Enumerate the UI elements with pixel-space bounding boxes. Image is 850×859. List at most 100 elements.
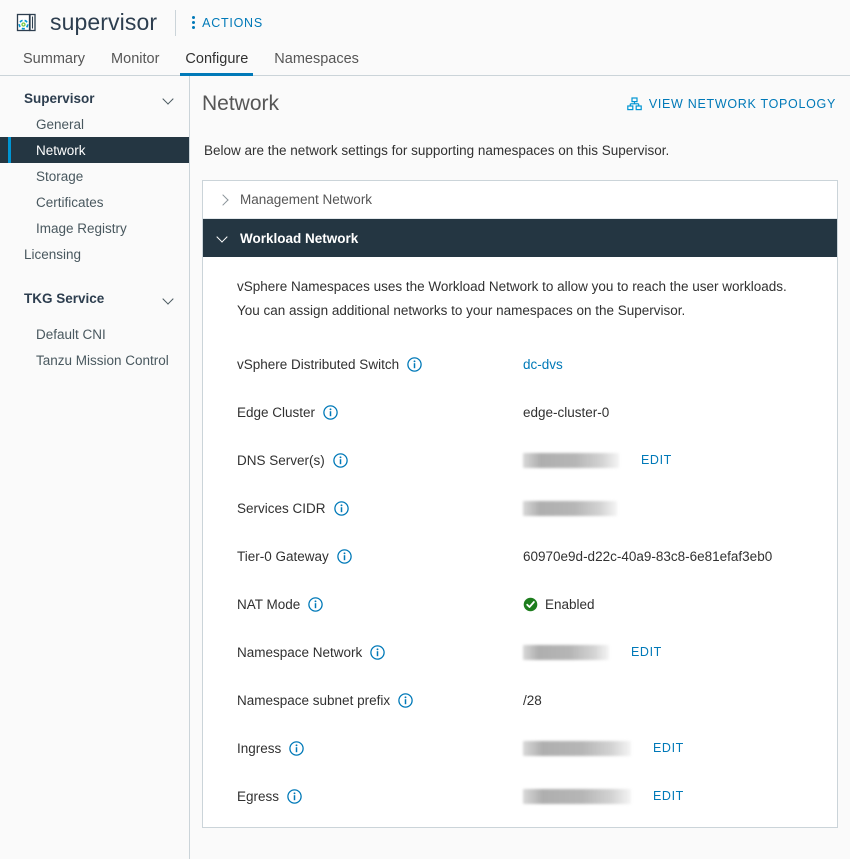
redacted-value: [523, 500, 617, 516]
property-label-text: Ingress: [237, 740, 282, 756]
property-row-nat-mode: NAT Mode Enabled: [237, 580, 837, 628]
info-icon[interactable]: [370, 645, 386, 660]
property-value: EDIT: [523, 740, 684, 756]
dvs-link[interactable]: dc-dvs: [523, 357, 563, 372]
actions-button[interactable]: ACTIONS: [192, 15, 263, 30]
info-icon[interactable]: [289, 741, 305, 756]
sidebar-item-tanzu-mission-control[interactable]: Tanzu Mission Control: [0, 347, 189, 373]
sidebar-item-storage[interactable]: Storage: [0, 163, 189, 189]
property-value: EDIT: [523, 644, 662, 660]
edit-dns-servers-button[interactable]: EDIT: [641, 453, 672, 467]
property-row-services-cidr: Services CIDR: [237, 484, 837, 532]
property-value: edge-cluster-0: [523, 405, 609, 420]
edit-namespace-network-button[interactable]: EDIT: [631, 645, 662, 659]
sidebar-group-supervisor-label: Supervisor: [24, 90, 95, 106]
nat-mode-value: Enabled: [545, 596, 595, 612]
redacted-value: [523, 740, 631, 756]
property-label-text: Egress: [237, 788, 280, 804]
property-label: Tier-0 Gateway: [237, 549, 523, 564]
accordion-management-network[interactable]: Management Network: [203, 181, 837, 219]
workload-network-description: vSphere Namespaces uses the Workload Net…: [237, 279, 787, 318]
property-value: Enabled: [523, 597, 595, 612]
info-icon[interactable]: [308, 597, 324, 612]
property-value: [523, 500, 617, 516]
tab-configure[interactable]: Configure: [172, 51, 261, 76]
property-row-namespace-network: Namespace Network EDIT: [237, 628, 837, 676]
property-label: vSphere Distributed Switch: [237, 357, 523, 372]
accordion-management-network-label: Management Network: [240, 192, 373, 207]
property-label: Services CIDR: [237, 501, 523, 516]
property-label-text: Namespace Network: [237, 644, 363, 660]
accordion-workload-network-label: Workload Network: [240, 230, 359, 246]
sidebar-item-general-label: General: [36, 116, 85, 132]
tab-namespaces[interactable]: Namespaces: [261, 51, 372, 75]
property-label-text: Services CIDR: [237, 500, 326, 516]
redacted-value: [523, 452, 619, 468]
property-row-egress: Egress EDIT: [237, 772, 837, 820]
chevron-down-icon: [164, 95, 175, 102]
property-label-text: Edge Cluster: [237, 404, 316, 420]
property-value: EDIT: [523, 452, 672, 468]
view-network-topology-button[interactable]: VIEW NETWORK TOPOLOGY: [627, 97, 836, 111]
info-icon[interactable]: [337, 549, 352, 564]
tier0-gateway-value: 60970e9d-d22c-40a9-83c8-6e81efaf3eb0: [523, 548, 773, 564]
edge-cluster-value: edge-cluster-0: [523, 404, 610, 420]
property-value: dc-dvs: [523, 357, 563, 372]
edit-egress-button[interactable]: EDIT: [653, 789, 684, 803]
supervisor-cluster-icon: [14, 10, 40, 36]
page-subtitle: Below are the network settings for suppo…: [204, 143, 670, 158]
edit-ingress-button[interactable]: EDIT: [653, 741, 684, 755]
check-circle-icon: [523, 597, 538, 612]
sidebar-item-default-cni-label: Default CNI: [36, 326, 106, 342]
chevron-down-icon: [217, 232, 229, 244]
kebab-menu-icon: [192, 15, 196, 30]
object-header: supervisor ACTIONS: [0, 0, 850, 45]
page-body: Supervisor General Network Storage Certi…: [0, 76, 850, 859]
sidebar-item-storage-label: Storage: [36, 168, 84, 184]
info-icon[interactable]: [323, 405, 338, 420]
sidebar-item-tanzu-mission-control-label: Tanzu Mission Control: [36, 352, 169, 368]
chevron-right-icon: [217, 194, 229, 206]
accordion-workload-network[interactable]: Workload Network: [203, 219, 837, 257]
sidebar-group-supervisor[interactable]: Supervisor: [0, 85, 189, 111]
namespace-subnet-prefix-value: /28: [523, 692, 542, 708]
property-row-tier0-gateway: Tier-0 Gateway 60970e9d-d22c-40a9-83c8-6…: [237, 532, 837, 580]
info-icon[interactable]: [333, 453, 348, 468]
redacted-value: [523, 788, 631, 804]
property-row-namespace-subnet-prefix: Namespace subnet prefix /28: [237, 676, 837, 724]
sidebar-item-licensing-label: Licensing: [24, 246, 82, 262]
property-label: Namespace subnet prefix: [237, 693, 523, 708]
property-row-ingress: Ingress EDIT: [237, 724, 837, 772]
sidebar-item-network[interactable]: Network: [0, 137, 189, 163]
sidebar-group-tkg-service-label: TKG Service: [24, 290, 105, 306]
property-label: Namespace Network: [237, 645, 523, 660]
sidebar-item-network-label: Network: [36, 142, 86, 158]
sidebar-item-licensing[interactable]: Licensing: [0, 241, 189, 267]
settings-sidebar: Supervisor General Network Storage Certi…: [0, 76, 190, 859]
property-label: Edge Cluster: [237, 405, 523, 420]
sidebar-item-general[interactable]: General: [0, 111, 189, 137]
view-network-topology-label: VIEW NETWORK TOPOLOGY: [648, 97, 836, 111]
property-label: Ingress: [237, 741, 523, 756]
property-row-dns-servers: DNS Server(s) EDIT: [237, 436, 837, 484]
info-icon[interactable]: [407, 357, 422, 372]
property-label: NAT Mode: [237, 597, 523, 612]
network-property-list: vSphere Distributed Switch dc-dvs Edge C…: [237, 340, 837, 820]
sidebar-group-tkg-service[interactable]: TKG Service: [0, 285, 189, 311]
sidebar-item-certificates[interactable]: Certificates: [0, 189, 189, 215]
property-label-text: NAT Mode: [237, 596, 301, 612]
property-value: 60970e9d-d22c-40a9-83c8-6e81efaf3eb0: [523, 549, 772, 564]
property-label: Egress: [237, 789, 523, 804]
property-value: EDIT: [523, 788, 684, 804]
page-title: Network: [202, 92, 280, 115]
tab-bar: Summary Monitor Configure Namespaces: [0, 45, 850, 76]
tab-summary[interactable]: Summary: [10, 51, 98, 75]
sidebar-item-image-registry[interactable]: Image Registry: [0, 215, 189, 241]
info-icon[interactable]: [287, 789, 302, 804]
tab-monitor[interactable]: Monitor: [98, 51, 172, 75]
info-icon[interactable]: [333, 501, 349, 516]
property-row-vsphere-distributed-switch: vSphere Distributed Switch dc-dvs: [237, 340, 837, 388]
sidebar-item-default-cni[interactable]: Default CNI: [0, 321, 189, 347]
info-icon[interactable]: [398, 693, 413, 708]
